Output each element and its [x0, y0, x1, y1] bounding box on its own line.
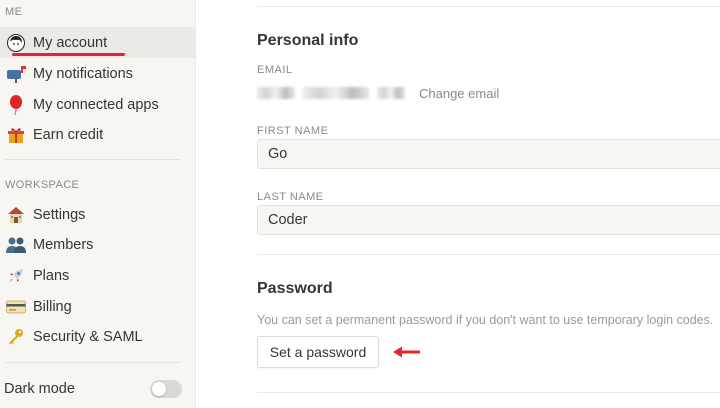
sidebar-item-settings[interactable]: Settings: [0, 199, 195, 230]
redacted-email: [377, 87, 405, 99]
sidebar-item-label: Settings: [33, 206, 86, 223]
change-email-link[interactable]: Change email: [419, 86, 499, 101]
sidebar: ME My account My notifications My connec…: [0, 0, 196, 408]
section-divider: [257, 6, 720, 7]
sidebar-divider: [5, 362, 181, 363]
people-icon: [5, 235, 27, 255]
redacted-email: [303, 87, 369, 99]
dark-mode-label: Dark mode: [4, 381, 75, 397]
email-row: Change email: [257, 84, 499, 102]
sidebar-divider: [5, 159, 181, 160]
sidebar-item-label: Earn credit: [33, 126, 104, 143]
dark-mode-toggle[interactable]: [150, 380, 182, 398]
rocket-icon: [5, 266, 27, 286]
sidebar-item-label: Security & SAML: [33, 328, 143, 345]
sidebar-item-members[interactable]: Members: [0, 229, 195, 260]
annotation-arrow-icon: [393, 346, 420, 358]
last-name-label: LAST NAME: [257, 191, 324, 203]
sidebar-item-my-notifications[interactable]: My notifications: [0, 58, 195, 89]
toggle-knob: [152, 382, 166, 396]
mailbox-icon: [5, 64, 27, 84]
email-label: EMAIL: [257, 64, 293, 76]
section-label-workspace: WORKSPACE: [5, 179, 80, 191]
redacted-email: [257, 87, 295, 99]
sidebar-item-label: My connected apps: [33, 96, 159, 113]
first-name-label: FIRST NAME: [257, 125, 329, 137]
last-name-field[interactable]: Coder: [257, 205, 720, 235]
sidebar-item-label: My notifications: [33, 65, 133, 82]
sidebar-item-my-connected-apps[interactable]: My connected apps: [0, 89, 195, 120]
password-hint: You can set a permanent password if you …: [257, 313, 714, 327]
balloon-icon: [5, 94, 27, 115]
sidebar-item-label: My account: [33, 34, 108, 51]
sidebar-item-billing[interactable]: Billing: [0, 291, 195, 322]
gift-icon: [5, 125, 27, 145]
sidebar-item-security-saml[interactable]: Security & SAML: [0, 321, 195, 352]
first-name-field[interactable]: Go: [257, 139, 720, 169]
avatar-icon: [5, 33, 27, 53]
key-icon: [5, 327, 27, 347]
section-divider: [257, 392, 720, 393]
annotation-underline: [12, 53, 125, 56]
house-icon: [5, 205, 27, 225]
personal-info-title: Personal info: [257, 32, 359, 49]
credit-card-icon: [5, 297, 27, 317]
sidebar-item-earn-credit[interactable]: Earn credit: [0, 119, 195, 150]
sidebar-item-label: Plans: [33, 267, 70, 284]
set-password-button[interactable]: Set a password: [257, 336, 379, 368]
sidebar-item-label: Members: [33, 236, 94, 253]
main-content: Personal info EMAIL Change email FIRST N…: [196, 0, 720, 408]
section-label-me: ME: [5, 6, 23, 18]
password-title: Password: [257, 280, 333, 297]
sidebar-item-plans[interactable]: Plans: [0, 260, 195, 291]
section-divider: [257, 254, 720, 255]
sidebar-item-label: Billing: [33, 298, 72, 315]
dark-mode-row: Dark mode: [4, 379, 194, 399]
